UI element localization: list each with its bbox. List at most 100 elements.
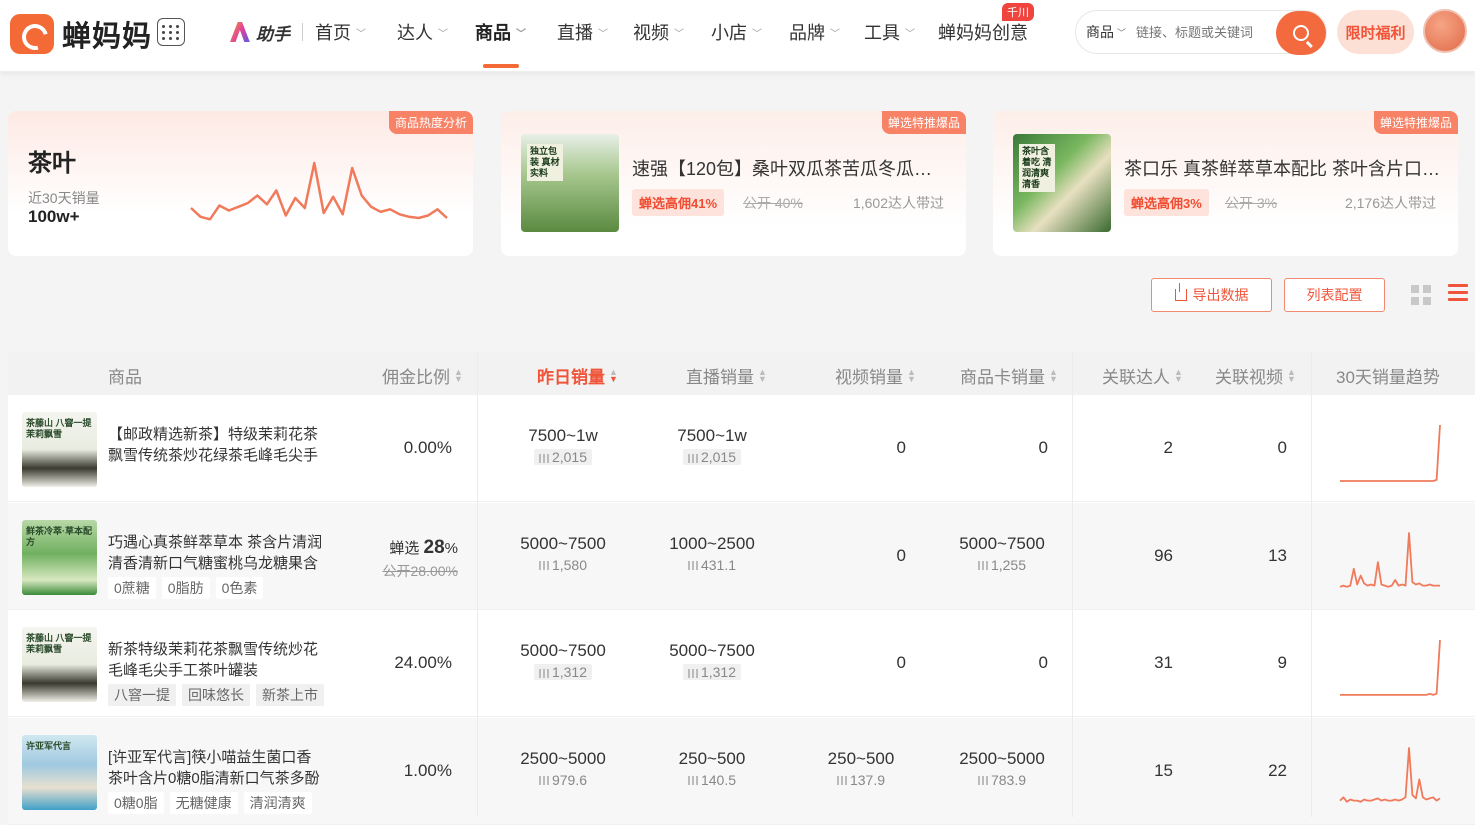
nav-item[interactable]: 蝉妈妈创意 千川	[938, 3, 1034, 46]
col-card-sales[interactable]: 商品卡销量 ▲ ▼	[960, 363, 1058, 388]
category-trend-chart	[190, 161, 448, 221]
bar-chart-icon	[977, 776, 988, 786]
talent-count-cell: 15	[1154, 760, 1173, 780]
sales-cell: 0	[928, 653, 1048, 673]
column-divider	[1072, 352, 1073, 817]
chanxuan-commission: 蝉选 28%	[366, 537, 458, 559]
sales-trend-sparkline[interactable]	[1338, 740, 1442, 806]
bar-chart-icon	[687, 776, 698, 786]
product-name[interactable]: 巧遇心真茶鲜萃草本 茶含片清润清香清新口气糖蜜桃乌龙糖果含片	[108, 532, 326, 574]
col-video-sales[interactable]: 视频销量 ▲ ▼	[835, 363, 916, 388]
product-tag: 0蔗糖	[108, 576, 156, 599]
sales-value: 7500~1w	[677, 426, 747, 445]
nav-item[interactable]: 视频 ﹀	[633, 18, 684, 46]
col-videos[interactable]: 关联视频 ▲ ▼	[1215, 363, 1296, 388]
product-thumbnail[interactable]: 茶藤山 八窨一提 茉莉飘雪	[22, 412, 97, 487]
talent-count-cell: 31	[1154, 653, 1173, 672]
column-divider	[477, 352, 478, 817]
sort-icon: ▲ ▼	[1049, 366, 1058, 384]
sales-value: 0	[1038, 438, 1048, 457]
product-tag: 0糖0脂	[108, 791, 164, 814]
hot-product-title[interactable]: 茶口乐 真茶鲜萃草本配比 茶叶含片口气清新	[1124, 155, 1442, 181]
sales-value: 0	[1038, 653, 1048, 672]
chevron-down-icon: ﹀	[905, 28, 915, 40]
table-row[interactable]: 茶藤山 八窨一提 茉莉飘雪 【邮政精选新茶】特级茉莉花茶飘雪传统茶炒花绿茶毛峰毛尖…	[8, 395, 1475, 502]
product-tags: 八窨一提 回味悠长 新茶上市	[108, 684, 324, 706]
nav-item[interactable]: 品牌 ﹀	[789, 18, 840, 46]
bar-chart-icon	[538, 453, 549, 463]
search-button[interactable]	[1276, 11, 1326, 55]
search-scope-select[interactable]: 商品 ﹀	[1086, 22, 1126, 42]
export-data-button[interactable]: 导出数据	[1151, 278, 1272, 312]
commission-prefix: 蝉选	[389, 539, 420, 557]
promo-button[interactable]: 限时福利	[1337, 10, 1414, 54]
hot-product-title[interactable]: 速强【120包】桑叶双瓜茶苦瓜冬瓜桑叶茶	[632, 155, 950, 181]
sales-trend-sparkline[interactable]	[1338, 417, 1442, 483]
chevron-down-icon: ﹀	[598, 28, 608, 40]
nav-item[interactable]: 直播 ﹀	[557, 18, 608, 46]
list-view-icon[interactable]	[1448, 284, 1468, 304]
table-row[interactable]: 许亚军代言 [许亚军代言]筷小喵益生菌口香茶叶含片0糖0脂清新口气茶多酚含片0糖0…	[8, 717, 1475, 825]
product-thumbnail[interactable]: 鲜茶冷萃·草本配方	[22, 519, 97, 595]
hot-product-card[interactable]: 蝉选特推爆品 茶叶含着吃 清润清爽清香 茶口乐 真茶鲜萃草本配比 茶叶含片口气清…	[993, 111, 1458, 256]
nav-item[interactable]: 达人 ﹀	[397, 18, 448, 46]
column-config-button[interactable]: 列表配置	[1284, 278, 1385, 312]
nav-item[interactable]: 小店 ﹀	[711, 18, 762, 46]
hot-product-card[interactable]: 蝉选特推爆品 独立包装 真材实料 速强【120包】桑叶双瓜茶苦瓜冬瓜桑叶茶 蝉选…	[501, 111, 966, 256]
chevron-down-icon: ﹀	[830, 28, 840, 40]
product-tag: 新茶上市	[256, 684, 324, 706]
sales-cell: 5000~7500 1,580	[503, 534, 623, 575]
assistant-link[interactable]: 助手	[230, 20, 290, 45]
search-scope-label: 商品	[1086, 24, 1114, 40]
product-name[interactable]: 【邮政精选新茶】特级茉莉花茶飘雪传统茶炒花绿茶毛峰毛尖手工茶叶	[108, 424, 326, 466]
sales-trend-sparkline[interactable]	[1338, 525, 1442, 591]
nav-item[interactable]: 商品 ﹀	[475, 18, 526, 68]
category-heat-card[interactable]: 商品热度分析 茶叶 近30天销量 100w+	[8, 111, 473, 256]
sales-exact-value: 783.9	[990, 771, 1027, 788]
sales-exact-value: 1,312	[700, 664, 737, 680]
grid-view-icon[interactable]	[1411, 285, 1433, 305]
col-talents[interactable]: 关联达人 ▲ ▼	[1102, 363, 1183, 388]
sales-exact: 979.6	[534, 772, 592, 788]
sparkline-path	[1340, 424, 1441, 482]
nav-item[interactable]: 首页 ﹀	[315, 18, 366, 46]
product-table: 商品 佣金比例 ▲ ▼ 昨日销量 ▲ ▼ 直播销量 ▲ ▼ 视频销量 ▲ ▼ 商品卡销量 ▲ ▼ 关…	[8, 352, 1475, 825]
avatar[interactable]	[1423, 9, 1467, 53]
talent-count-cell: 2	[1163, 438, 1173, 457]
thumbnail-label: 许亚军代言	[26, 740, 72, 751]
table-row[interactable]: 鲜茶冷萃·草本配方巧遇心真茶鲜萃草本 茶含片清润清香清新口气糖蜜桃乌龙糖果含片0…	[8, 502, 1475, 610]
sales-value: 1000~2500	[669, 533, 755, 553]
chevron-down-icon: ﹀	[438, 28, 448, 40]
apps-grid-icon[interactable]	[157, 18, 185, 46]
sales-trend-sparkline[interactable]	[1338, 632, 1442, 698]
product-name[interactable]: 新茶特级茉莉花茶飘雪传统炒花毛峰毛尖手工茶叶罐装	[108, 639, 326, 681]
assistant-label: 助手	[256, 24, 290, 44]
nav-item-label: 首页	[315, 23, 351, 43]
col-yesterday-sales[interactable]: 昨日销量 ▲ ▼	[537, 363, 618, 388]
sales-exact-value: 1,580	[551, 556, 588, 573]
product-thumbnail[interactable]: 茶藤山 八窨一提 茉莉飘雪	[22, 627, 97, 702]
sales-exact-value: 2,015	[551, 449, 588, 465]
sales-exact: 1,312	[682, 664, 742, 680]
sales-cell: 7500~1w 2,015	[652, 426, 772, 467]
heat-analysis-badge[interactable]: 商品热度分析	[388, 111, 473, 134]
product-name[interactable]: [许亚军代言]筷小喵益生菌口香茶叶含片0糖0脂清新口气茶多酚含片	[108, 747, 326, 789]
table-header: 商品 佣金比例 ▲ ▼ 昨日销量 ▲ ▼ 直播销量 ▲ ▼ 视频销量 ▲ ▼ 商品卡销量 ▲ ▼ 关…	[8, 352, 1475, 395]
sales-exact: 140.5	[683, 772, 741, 788]
table-row[interactable]: 茶藤山 八窨一提 茉莉飘雪 新茶特级茉莉花茶飘雪传统炒花毛峰毛尖手工茶叶罐装八窨一…	[8, 610, 1475, 717]
sales-exact: 2,015	[682, 449, 742, 465]
nav-item[interactable]: 工具 ﹀	[864, 18, 915, 46]
commission-cell: 蝉选 28% 公开28.00%	[366, 537, 458, 581]
nav-item-label: 直播	[557, 23, 593, 43]
nav-badge: 千川	[1002, 3, 1034, 21]
sales-cell: 7500~1w 2,015	[503, 426, 623, 467]
search-input[interactable]	[1136, 24, 1267, 40]
col-live-label: 直播销量	[686, 368, 754, 387]
col-live-sales[interactable]: 直播销量 ▲ ▼	[686, 363, 767, 388]
public-commission: 公开 40%	[743, 195, 803, 211]
chevron-down-icon: ﹀	[356, 28, 366, 40]
sales-exact: 783.9	[973, 772, 1031, 788]
col-commission[interactable]: 佣金比例 ▲ ▼	[382, 363, 463, 388]
product-thumbnail[interactable]: 许亚军代言	[22, 734, 97, 810]
logo[interactable]: 蝉妈妈	[10, 14, 152, 54]
